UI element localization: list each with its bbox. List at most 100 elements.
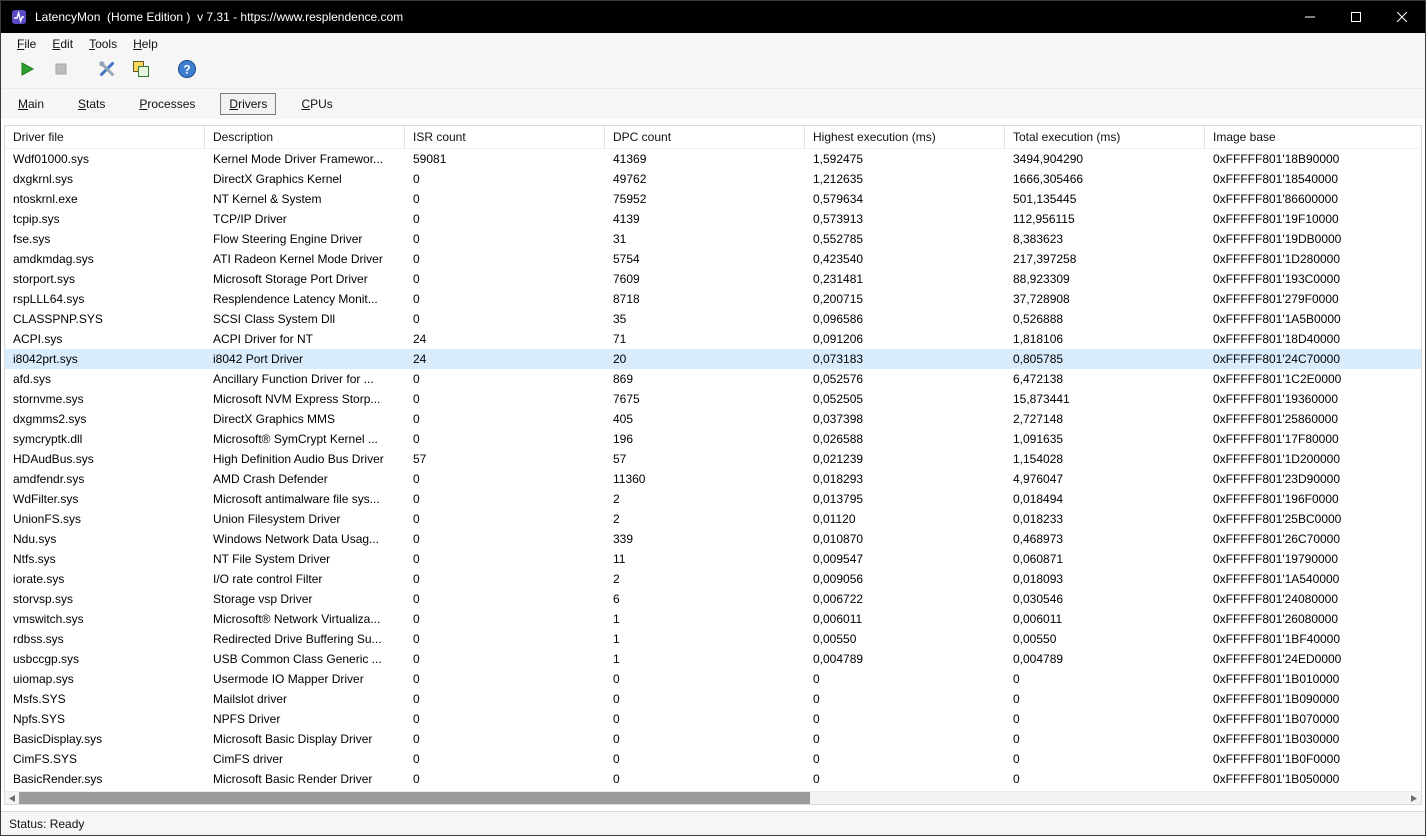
table-row-dxgkrnl-sys[interactable]: dxgkrnl.sys DirectX Graphics Kernel 0 49762… bbox=[5, 169, 1421, 189]
scroll-right-arrow-icon[interactable] bbox=[1407, 792, 1421, 804]
table-cell: High Definition Audio Bus Driver bbox=[213, 452, 384, 466]
table-cell: Microsoft NVM Express Storp... bbox=[213, 392, 381, 406]
table-cell: 41369 bbox=[613, 152, 647, 166]
table-cell: 0,018233 bbox=[1013, 512, 1064, 526]
scrollbar-track[interactable] bbox=[19, 792, 1407, 804]
table-row-stornvme-sys[interactable]: stornvme.sys Microsoft NVM Express Storp.… bbox=[5, 389, 1421, 409]
column-header-total-execution-ms[interactable]: Total execution (ms) bbox=[1005, 126, 1205, 148]
copy-report-button[interactable] bbox=[127, 58, 155, 86]
table-row-tcpip-sys[interactable]: tcpip.sys TCP/IP Driver 0 4139 0,573913 112,9… bbox=[5, 209, 1421, 229]
table-cell: 0xFFFFF801'24080000 bbox=[1213, 592, 1339, 606]
table-row-npfs-sys[interactable]: Npfs.SYS NPFS Driver 0 0 0 0 0xFFFFF801'1B0700… bbox=[5, 709, 1421, 729]
table-row-dxgmms2-sys[interactable]: dxgmms2.sys DirectX Graphics MMS 0 405 0,037… bbox=[5, 409, 1421, 429]
table-row-i8042prt-sys[interactable]: i8042prt.sys i8042 Port Driver 24 20 0,07318… bbox=[5, 349, 1421, 369]
column-header-dpc-count[interactable]: DPC count bbox=[605, 126, 805, 148]
table-row-basicdisplay-sys[interactable]: BasicDisplay.sys Microsoft Basic Display … bbox=[5, 729, 1421, 749]
table-cell: NT File System Driver bbox=[213, 552, 331, 566]
table-row-ntoskrnl-exe[interactable]: ntoskrnl.exe NT Kernel & System 0 75952 0,57… bbox=[5, 189, 1421, 209]
menu-item-edit[interactable]: Edit bbox=[44, 34, 81, 54]
table-cell: symcryptk.dll bbox=[13, 432, 83, 446]
table-cell: 0 bbox=[413, 612, 420, 626]
minimize-button[interactable] bbox=[1287, 1, 1333, 33]
table-row-basicrender-sys[interactable]: BasicRender.sys Microsoft Basic Render Dr… bbox=[5, 769, 1421, 789]
table-row-vmswitch-sys[interactable]: vmswitch.sys Microsoft® Network Virtualiz… bbox=[5, 609, 1421, 629]
table-row-hdaudbus-sys[interactable]: HDAudBus.sys High Definition Audio Bus Dr… bbox=[5, 449, 1421, 469]
close-button[interactable] bbox=[1379, 1, 1425, 33]
table-cell: afd.sys bbox=[13, 372, 52, 386]
tab-stats[interactable]: Stats bbox=[69, 93, 114, 115]
table-cell: 0,526888 bbox=[1013, 312, 1064, 326]
help-button[interactable]: ? bbox=[173, 58, 201, 86]
tab-processes[interactable]: Processes bbox=[130, 93, 204, 115]
menu-item-file[interactable]: File bbox=[9, 34, 44, 54]
table-cell: 0xFFFFF801'1B010000 bbox=[1213, 672, 1340, 686]
window-controls bbox=[1287, 1, 1425, 33]
table-cell: 0,037398 bbox=[813, 412, 864, 426]
table-row-uiomap-sys[interactable]: uiomap.sys Usermode IO Mapper Driver 0 0 0 0 0… bbox=[5, 669, 1421, 689]
table-row-rdbss-sys[interactable]: rdbss.sys Redirected Drive Buffering Su..… bbox=[5, 629, 1421, 649]
table-cell: 0xFFFFF801'1B0F0000 bbox=[1213, 752, 1341, 766]
menu-item-help[interactable]: Help bbox=[125, 34, 166, 54]
table-cell: 15,873441 bbox=[1013, 392, 1070, 406]
column-header-highest-execution-ms[interactable]: Highest execution (ms) bbox=[805, 126, 1005, 148]
column-header-isr-count[interactable]: ISR count bbox=[405, 126, 605, 148]
table-cell: DirectX Graphics MMS bbox=[213, 412, 336, 426]
table-cell: 35 bbox=[613, 312, 627, 326]
table-row-rsplll64-sys[interactable]: rspLLL64.sys Resplendence Latency Monit..… bbox=[5, 289, 1421, 309]
table-row-acpi-sys[interactable]: ACPI.sys ACPI Driver for NT 24 71 0,091206 1,… bbox=[5, 329, 1421, 349]
table-row-cimfs-sys[interactable]: CimFS.SYS CimFS driver 0 0 0 0 0xFFFFF801'1B0F… bbox=[5, 749, 1421, 769]
tab-cpus[interactable]: CPUs bbox=[292, 93, 341, 115]
menu-item-tools[interactable]: Tools bbox=[81, 34, 125, 54]
tab-drivers[interactable]: Drivers bbox=[220, 93, 277, 115]
scroll-left-arrow-icon[interactable] bbox=[5, 792, 19, 804]
table-row-classpnp-sys[interactable]: CLASSPNP.SYS SCSI Class System Dll 0 35 0,09… bbox=[5, 309, 1421, 329]
start-monitor-button[interactable] bbox=[13, 58, 41, 86]
table-row-wdfilter-sys[interactable]: WdFilter.sys Microsoft antimalware file s… bbox=[5, 489, 1421, 509]
table-row-symcryptk-dll[interactable]: symcryptk.dll Microsoft® SymCrypt Kernel … bbox=[5, 429, 1421, 449]
table-cell: 0 bbox=[613, 712, 620, 726]
table-cell: amdfendr.sys bbox=[13, 472, 85, 486]
table-cell: 0 bbox=[413, 532, 420, 546]
table-cell: 3494,904290 bbox=[1013, 152, 1084, 166]
table-cell: 196 bbox=[613, 432, 634, 446]
table-cell: 0xFFFFF801'25BC0000 bbox=[1213, 512, 1342, 526]
table-cell: 0 bbox=[813, 732, 820, 746]
table-cell: 0,423540 bbox=[813, 252, 864, 266]
table-row-ndu-sys[interactable]: Ndu.sys Windows Network Data Usag... 0 339 0… bbox=[5, 529, 1421, 549]
table-row-ntfs-sys[interactable]: Ntfs.sys NT File System Driver 0 11 0,009547… bbox=[5, 549, 1421, 569]
app-icon bbox=[11, 9, 27, 25]
table-row-storport-sys[interactable]: storport.sys Microsoft Storage Port Drive… bbox=[5, 269, 1421, 289]
table-cell: 0xFFFFF801'24ED0000 bbox=[1213, 652, 1342, 666]
table-row-iorate-sys[interactable]: iorate.sys I/O rate control Filter 0 2 0,009… bbox=[5, 569, 1421, 589]
table-cell: NPFS Driver bbox=[213, 712, 281, 726]
table-cell: 31 bbox=[613, 232, 627, 246]
table-row-fse-sys[interactable]: fse.sys Flow Steering Engine Driver 0 31 0,5… bbox=[5, 229, 1421, 249]
table-cell: rspLLL64.sys bbox=[13, 292, 85, 306]
table-cell: storport.sys bbox=[13, 272, 76, 286]
table-cell: 0,006722 bbox=[813, 592, 864, 606]
table-row-amdfendr-sys[interactable]: amdfendr.sys AMD Crash Defender 0 11360 0,01… bbox=[5, 469, 1421, 489]
table-row-wdf01000-sys[interactable]: Wdf01000.sys Kernel Mode Driver Framewor.… bbox=[5, 149, 1421, 169]
table-row-msfs-sys[interactable]: Msfs.SYS Mailslot driver 0 0 0 0 0xFFFFF801'1B… bbox=[5, 689, 1421, 709]
horizontal-scrollbar[interactable] bbox=[5, 791, 1421, 804]
table-row-storvsp-sys[interactable]: storvsp.sys Storage vsp Driver 0 6 0,006722 0… bbox=[5, 589, 1421, 609]
table-cell: 11 bbox=[613, 552, 626, 566]
table-cell: 0,004789 bbox=[1013, 652, 1064, 666]
table-cell: 217,397258 bbox=[1013, 252, 1077, 266]
table-row-amdkmdag-sys[interactable]: amdkmdag.sys ATI Radeon Kernel Mode Drive… bbox=[5, 249, 1421, 269]
table-cell: 1,592475 bbox=[813, 152, 864, 166]
table-cell: Microsoft Storage Port Driver bbox=[213, 272, 368, 286]
maximize-button[interactable] bbox=[1333, 1, 1379, 33]
tab-main[interactable]: Main bbox=[9, 93, 53, 115]
table-row-usbccgp-sys[interactable]: usbccgp.sys USB Common Class Generic ... 0… bbox=[5, 649, 1421, 669]
column-header-description[interactable]: Description bbox=[205, 126, 405, 148]
column-header-driver-file[interactable]: Driver file bbox=[5, 126, 205, 148]
column-header-image-base[interactable]: Image base bbox=[1205, 126, 1421, 148]
options-button[interactable] bbox=[93, 58, 121, 86]
table-cell: 0 bbox=[413, 772, 420, 786]
table-row-afd-sys[interactable]: afd.sys Ancillary Function Driver for ...… bbox=[5, 369, 1421, 389]
table-row-unionfs-sys[interactable]: UnionFS.sys Union Filesystem Driver 0 2 0,01… bbox=[5, 509, 1421, 529]
scrollbar-thumb[interactable] bbox=[19, 792, 811, 804]
table-cell: 37,728908 bbox=[1013, 292, 1070, 306]
content-area: Driver file Description ISR count DPC count… bbox=[1, 119, 1425, 811]
